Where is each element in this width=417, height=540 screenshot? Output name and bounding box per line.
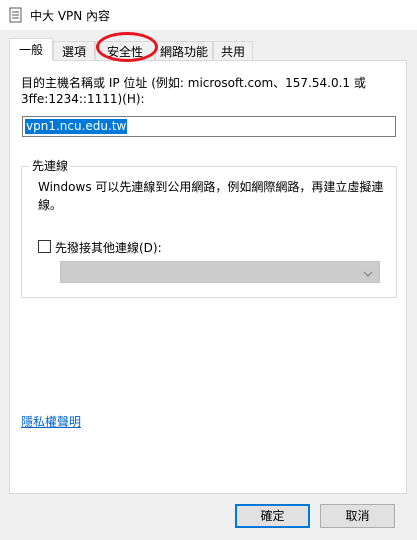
host-label: 目的主機名稱或 IP 位址 (例如: microsoft.com、157.54.… [21,76,366,106]
dial-first-checkbox[interactable] [38,240,51,253]
dial-connection-select[interactable] [60,261,380,283]
tab-security[interactable]: 安全性 [95,41,155,61]
privacy-statement-link[interactable]: 隱私權聲明 [21,413,81,430]
ok-button[interactable]: 確定 [235,504,310,528]
host-input-value: vpn1.ncu.edu.tw [25,119,128,134]
first-connect-legend: 先連線 [29,157,72,174]
title-bar: 中大 VPN 內容 [0,0,417,30]
tab-sharing[interactable]: 共用 [213,41,253,61]
cancel-button[interactable]: 取消 [320,504,395,528]
tab-options[interactable]: 選項 [53,41,95,61]
host-input[interactable]: vpn1.ncu.edu.tw [22,116,396,137]
dial-first-checkbox-label: 先撥接其他連線(D): [55,241,162,255]
vpn-document-icon [9,7,23,26]
window-title: 中大 VPN 內容 [30,9,111,23]
tab-networking[interactable]: 網路功能 [155,41,213,61]
dropdown-arrow-icon [363,267,373,281]
first-connect-description: Windows 可以先連線到公用網路，例如網際網路，再建立虛擬連線。 [38,180,384,212]
tab-general[interactable]: 一般 [9,38,53,61]
